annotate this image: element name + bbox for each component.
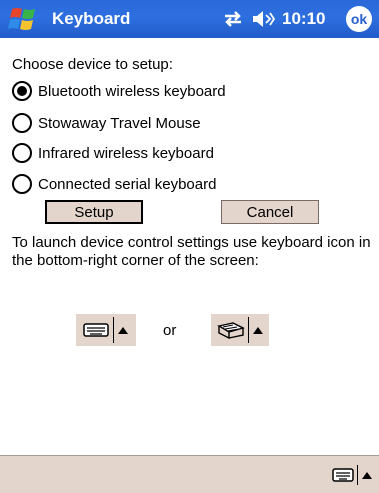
ok-button[interactable]: ok <box>346 6 372 32</box>
separator <box>113 317 114 343</box>
setup-prompt: Choose device to setup: <box>12 56 173 73</box>
option-infrared-keyboard[interactable]: Infrared wireless keyboard <box>12 141 214 165</box>
clock[interactable]: 10:10 <box>282 9 325 29</box>
keyboard-settings-icon-example <box>211 314 269 346</box>
up-arrow-icon <box>253 327 263 334</box>
radio-button[interactable] <box>12 174 32 194</box>
option-label[interactable]: Bluetooth wireless keyboard <box>38 83 226 100</box>
radio-button[interactable] <box>12 113 32 133</box>
app-title: Keyboard <box>52 9 131 28</box>
option-stowaway-mouse[interactable]: Stowaway Travel Mouse <box>12 111 201 135</box>
menu-bar <box>0 455 379 493</box>
cancel-button[interactable]: Cancel <box>221 200 319 224</box>
keyboard-icon <box>83 323 109 337</box>
option-label[interactable]: Stowaway Travel Mouse <box>38 115 201 132</box>
option-serial-keyboard[interactable]: Connected serial keyboard <box>12 172 216 196</box>
title-bar: Keyboard 10:10 ok <box>0 0 379 38</box>
or-text: or <box>163 322 177 339</box>
instructions-text: To launch device control settings use ke… <box>12 234 371 269</box>
keyboard-icon-example <box>76 314 136 346</box>
keyboard-icon[interactable] <box>332 468 354 482</box>
radio-button-selected[interactable] <box>12 81 32 101</box>
keyboard-settings-icon <box>217 322 245 339</box>
option-bluetooth-keyboard[interactable]: Bluetooth wireless keyboard <box>12 79 226 103</box>
main-content: Choose device to setup: Bluetooth wirele… <box>0 38 379 453</box>
windows-flag-icon[interactable] <box>8 5 38 33</box>
separator <box>357 465 358 485</box>
up-arrow-icon[interactable] <box>362 471 372 479</box>
option-label[interactable]: Infrared wireless keyboard <box>38 145 214 162</box>
setup-button[interactable]: Setup <box>45 200 143 224</box>
connectivity-icon[interactable] <box>222 10 244 28</box>
option-label[interactable]: Connected serial keyboard <box>38 176 216 193</box>
radio-button[interactable] <box>12 143 32 163</box>
input-panel-button[interactable] <box>332 464 372 486</box>
speaker-icon[interactable] <box>252 10 276 28</box>
up-arrow-icon <box>118 327 128 334</box>
separator <box>248 317 249 343</box>
